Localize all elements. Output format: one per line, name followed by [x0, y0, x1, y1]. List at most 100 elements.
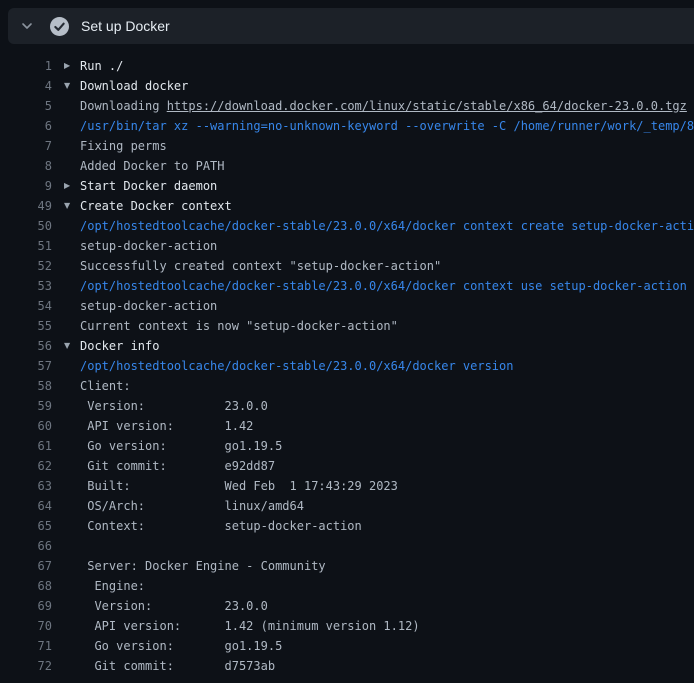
line-number[interactable]: 59: [0, 396, 52, 416]
log-text: Start Docker daemon: [80, 176, 694, 196]
log-line: 5Downloading https://download.docker.com…: [0, 96, 694, 116]
line-number[interactable]: 64: [0, 496, 52, 516]
log-segment: Context: setup-docker-action: [80, 519, 362, 533]
line-number[interactable]: 56: [0, 336, 52, 356]
line-number[interactable]: 63: [0, 476, 52, 496]
log-line: 7 Fixing perms: [0, 136, 694, 156]
log-line: 59 Version: 23.0.0: [0, 396, 694, 416]
log-text: Current context is now "setup-docker-act…: [80, 316, 694, 336]
line-number[interactable]: 7: [0, 136, 52, 156]
log-text: Go version: go1.19.5: [80, 636, 694, 656]
log-line: 64 OS/Arch: linux/amd64: [0, 496, 694, 516]
log-text: Git commit: d7573ab: [80, 656, 694, 676]
log-segment: Run ./: [80, 59, 123, 73]
log-line: 62 Git commit: e92dd87: [0, 456, 694, 476]
log-text: Added Docker to PATH: [80, 156, 694, 176]
gutter-spacer: [52, 576, 80, 596]
log-lines: 1▶Run ./4▼Download docker5Downloading ht…: [0, 44, 694, 683]
step-title: Set up Docker: [81, 18, 170, 34]
line-number[interactable]: 67: [0, 556, 52, 576]
line-number[interactable]: 70: [0, 616, 52, 636]
line-number[interactable]: 51: [0, 236, 52, 256]
chevron-down-icon[interactable]: [21, 20, 33, 32]
log-group-row[interactable]: 4▼Download docker: [0, 76, 694, 96]
gutter-spacer: [52, 416, 80, 436]
expand-icon: ▶: [52, 176, 80, 196]
log-text: OS/Arch: linux/amd64: [80, 496, 694, 516]
step-header[interactable]: Set up Docker: [8, 8, 694, 44]
log-group-row[interactable]: 9▶Start Docker daemon: [0, 176, 694, 196]
line-number[interactable]: 69: [0, 596, 52, 616]
log-segment: Fixing perms: [80, 139, 167, 153]
line-number[interactable]: 68: [0, 576, 52, 596]
log-segment: Go version: go1.19.5: [80, 639, 282, 653]
log-group-row[interactable]: 1▶Run ./: [0, 56, 694, 76]
line-number[interactable]: 8: [0, 156, 52, 176]
log-text: [80, 536, 694, 556]
gutter-spacer: [52, 596, 80, 616]
log-line: 58 Client:: [0, 376, 694, 396]
log-segment: API version: 1.42: [80, 419, 253, 433]
line-number[interactable]: 66: [0, 536, 52, 556]
log-segment: Git commit: d7573ab: [80, 659, 275, 673]
gutter-spacer: [52, 456, 80, 476]
log-segment: Added Docker to PATH: [80, 159, 225, 173]
log-segment: /opt/hostedtoolcache/docker-stable/23.0.…: [80, 279, 687, 293]
log-text: API version: 1.42: [80, 416, 694, 436]
log-line: 6/usr/bin/tar xz --warning=no-unknown-ke…: [0, 116, 694, 136]
line-number[interactable]: 71: [0, 636, 52, 656]
line-number[interactable]: 49: [0, 196, 52, 216]
line-number[interactable]: 5: [0, 96, 52, 116]
line-number[interactable]: 52: [0, 256, 52, 276]
log-segment: /opt/hostedtoolcache/docker-stable/23.0.…: [80, 359, 513, 373]
line-number[interactable]: 57: [0, 356, 52, 376]
line-number[interactable]: 1: [0, 56, 52, 76]
line-number[interactable]: 4: [0, 76, 52, 96]
log-segment: /usr/bin/tar xz --warning=no-unknown-key…: [80, 119, 694, 133]
log-segment: Built: Wed Feb 1 17:43:29 2023: [80, 479, 398, 493]
gutter-spacer: [52, 396, 80, 416]
line-number[interactable]: 58: [0, 376, 52, 396]
log-line: 55 Current context is now "setup-docker-a…: [0, 316, 694, 336]
line-number[interactable]: 54: [0, 296, 52, 316]
gutter-spacer: [52, 216, 80, 236]
log-group-row[interactable]: 49▼Create Docker context: [0, 196, 694, 216]
gutter-spacer: [52, 256, 80, 276]
log-segment: Client:: [80, 379, 131, 393]
line-number[interactable]: 9: [0, 176, 52, 196]
log-line: 68 Engine:: [0, 576, 694, 596]
gutter-spacer: [52, 356, 80, 376]
log-line: 67 Server: Docker Engine - Community: [0, 556, 694, 576]
log-text: Version: 23.0.0: [80, 596, 694, 616]
line-number[interactable]: 55: [0, 316, 52, 336]
log-text: Git commit: e92dd87: [80, 456, 694, 476]
log-segment: setup-docker-action: [80, 299, 217, 313]
gutter-spacer: [52, 616, 80, 636]
line-number[interactable]: 65: [0, 516, 52, 536]
line-number[interactable]: 62: [0, 456, 52, 476]
log-line: 53/opt/hostedtoolcache/docker-stable/23.…: [0, 276, 694, 296]
gutter-spacer: [52, 476, 80, 496]
log-segment: Git commit: e92dd87: [80, 459, 275, 473]
line-number[interactable]: 53: [0, 276, 52, 296]
gutter-spacer: [52, 376, 80, 396]
log-group-row[interactable]: 56▼Docker info: [0, 336, 694, 356]
log-text: Create Docker context: [80, 196, 694, 216]
log-segment: Server: Docker Engine - Community: [80, 559, 326, 573]
log-text: setup-docker-action: [80, 236, 694, 256]
log-line: 61 Go version: go1.19.5: [0, 436, 694, 456]
log-segment: Engine:: [80, 579, 145, 593]
line-number[interactable]: 72: [0, 656, 52, 676]
log-text: Context: setup-docker-action: [80, 516, 694, 536]
log-text: setup-docker-action: [80, 296, 694, 316]
gutter-spacer: [52, 316, 80, 336]
line-number[interactable]: 60: [0, 416, 52, 436]
gutter-spacer: [52, 156, 80, 176]
line-number[interactable]: 6: [0, 116, 52, 136]
gutter-spacer: [52, 116, 80, 136]
log-text: Docker info: [80, 336, 694, 356]
line-number[interactable]: 50: [0, 216, 52, 236]
log-link[interactable]: https://download.docker.com/linux/static…: [167, 99, 687, 113]
line-number[interactable]: 61: [0, 436, 52, 456]
gutter-spacer: [52, 296, 80, 316]
